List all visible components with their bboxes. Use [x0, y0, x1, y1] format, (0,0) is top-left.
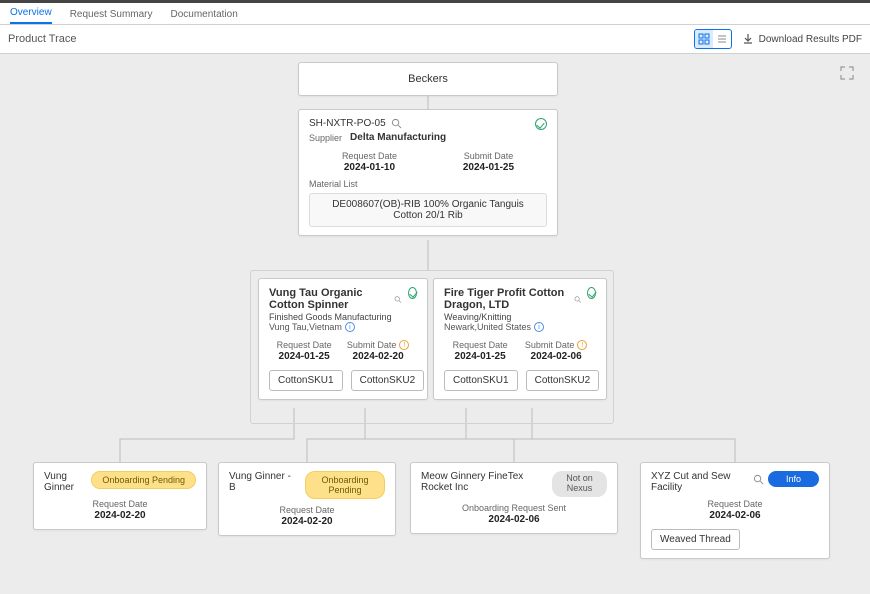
toolbar: Product Trace Download Results PDF [0, 25, 870, 54]
sp2-sub-label: Submit Date [525, 340, 575, 350]
status-badge: Info [768, 471, 819, 487]
sp2-loc: Newark,United States [444, 322, 531, 332]
lf4-name: XYZ Cut and Sew Facility [651, 471, 741, 493]
supplier-name: Delta Manufacturing [350, 132, 446, 143]
tab-summary[interactable]: Request Summary [70, 6, 153, 24]
status-ok-icon [535, 118, 547, 130]
lf2-req-label: Request Date [229, 505, 385, 515]
spinner-node-2[interactable]: Fire Tiger Profit Cotton Dragon, LTD Wea… [433, 278, 607, 400]
lf4-req: 2024-02-06 [651, 510, 819, 521]
tab-overview[interactable]: Overview [10, 4, 52, 24]
trace-canvas[interactable]: Beckers SH-NXTR-PO-05 Supplier Delta Man… [0, 54, 870, 594]
app-root: Overview Request Summary Documentation P… [0, 0, 870, 594]
material-item[interactable]: DE008607(OB)-RIB 100% Organic Tanguis Co… [309, 193, 547, 227]
leaf-node-1[interactable]: Vung Ginner Onboarding Pending Request D… [33, 462, 207, 530]
download-label: Download Results PDF [759, 34, 862, 45]
po-code: SH-NXTR-PO-05 [309, 118, 386, 129]
sku-chip[interactable]: CottonSKU1 [269, 370, 343, 391]
lf3-status: Onboarding Request Sent [421, 503, 607, 513]
grid-icon [698, 33, 710, 45]
info-icon[interactable]: i [345, 322, 355, 332]
sp1-req: 2024-01-25 [277, 351, 332, 362]
leaf-node-4[interactable]: XYZ Cut and Sew Facility Info Request Da… [640, 462, 830, 559]
lf4-req-label: Request Date [651, 499, 819, 509]
magnifier-icon[interactable] [391, 118, 402, 129]
info-icon[interactable]: i [534, 322, 544, 332]
sp2-req: 2024-01-25 [453, 351, 508, 362]
grid-view-button[interactable] [695, 30, 713, 48]
status-badge: Onboarding Pending [305, 471, 385, 499]
magnifier-icon[interactable] [394, 294, 402, 305]
sp1-role: Finished Goods Manufacturing [269, 312, 402, 322]
root-node[interactable]: Beckers [298, 62, 558, 96]
sp2-role: Weaving/Knitting [444, 312, 581, 322]
sp1-req-label: Request Date [277, 340, 332, 350]
status-badge: Onboarding Pending [91, 471, 196, 489]
leaf-node-2[interactable]: Vung Ginner - B Onboarding Pending Reque… [218, 462, 396, 536]
list-icon [716, 33, 728, 45]
sp1-sub-label: Submit Date [347, 340, 397, 350]
download-icon [742, 33, 754, 45]
spinner-node-1[interactable]: Vung Tau Organic Cotton Spinner Finished… [258, 278, 428, 400]
sp1-sub: 2024-02-20 [347, 351, 410, 362]
sp2-sub: 2024-02-06 [525, 351, 588, 362]
warning-icon[interactable]: ! [577, 340, 587, 350]
lf1-req: 2024-02-20 [44, 510, 196, 521]
tab-bar: Overview Request Summary Documentation [0, 3, 870, 25]
root-name: Beckers [408, 73, 448, 85]
lf3-name: Meow Ginnery FineTex Rocket Inc [421, 471, 541, 493]
sp2-name: Fire Tiger Profit Cotton Dragon, LTD [444, 287, 571, 311]
leaf-node-3[interactable]: Meow Ginnery FineTex Rocket Inc Not on N… [410, 462, 618, 534]
lf2-req: 2024-02-20 [229, 516, 385, 527]
sku-chip[interactable]: CottonSKU1 [444, 370, 518, 391]
sku-chip[interactable]: CottonSKU2 [351, 370, 425, 391]
supplier-label: Supplier [309, 132, 342, 143]
material-list-label: Material List [309, 179, 547, 189]
lf1-req-label: Request Date [44, 499, 196, 509]
sku-chip[interactable]: CottonSKU2 [526, 370, 600, 391]
view-toggle [694, 29, 732, 49]
lf2-name: Vung Ginner - B [229, 471, 299, 493]
fullscreen-icon [840, 66, 854, 80]
warning-icon[interactable]: ! [399, 340, 409, 350]
page-title: Product Trace [8, 33, 76, 45]
sp2-req-label: Request Date [453, 340, 508, 350]
material-chip[interactable]: Weaved Thread [651, 529, 740, 550]
lf3-req: 2024-02-06 [421, 514, 607, 525]
magnifier-icon[interactable] [753, 474, 764, 485]
status-badge: Not on Nexus [552, 471, 607, 497]
status-ok-icon [408, 287, 417, 299]
download-pdf-button[interactable]: Download Results PDF [742, 33, 862, 45]
lf1-name: Vung Ginner [44, 471, 85, 493]
tab-docs[interactable]: Documentation [171, 6, 238, 24]
fullscreen-button[interactable] [840, 66, 854, 80]
sp1-name: Vung Tau Organic Cotton Spinner [269, 287, 391, 311]
magnifier-icon[interactable] [574, 294, 581, 305]
po-req-date: 2024-01-10 [342, 162, 397, 173]
list-view-button[interactable] [713, 30, 731, 48]
po-req-label: Request Date [342, 151, 397, 161]
sp1-loc: Vung Tau,Vietnam [269, 322, 342, 332]
status-ok-icon [587, 287, 596, 299]
po-sub-label: Submit Date [463, 151, 514, 161]
po-node[interactable]: SH-NXTR-PO-05 Supplier Delta Manufacturi… [298, 109, 558, 236]
po-sub-date: 2024-01-25 [463, 162, 514, 173]
